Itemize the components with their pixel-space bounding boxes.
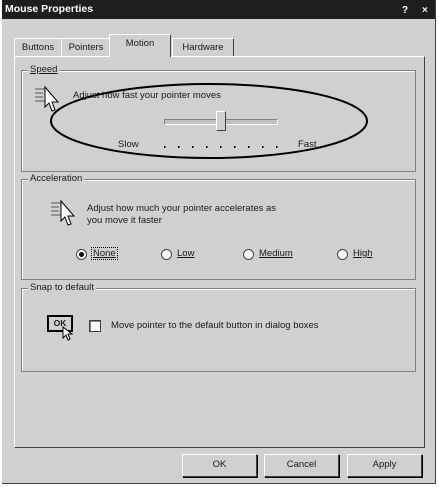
window-title: Mouse Properties bbox=[5, 3, 94, 15]
close-icon[interactable]: × bbox=[422, 5, 428, 16]
mouse-acceleration-icon bbox=[49, 199, 77, 229]
ok-button[interactable]: OK bbox=[182, 454, 257, 477]
fast-label: Fast bbox=[298, 139, 317, 150]
acceleration-description-line1: Adjust how much your pointer accelerates… bbox=[87, 203, 277, 214]
radio-low-indicator[interactable] bbox=[161, 249, 172, 260]
acceleration-group: Acceleration Adjust how much your pointe… bbox=[21, 173, 416, 280]
motion-tab-panel: Speed Adjust how fast your pointer moves… bbox=[14, 56, 425, 448]
tab-pointers-label: Pointers bbox=[68, 42, 104, 53]
radio-medium-label: Medium bbox=[259, 248, 293, 259]
speed-slider-thumb[interactable] bbox=[216, 111, 226, 131]
help-icon[interactable]: ? bbox=[402, 5, 408, 16]
tab-buttons-label: Buttons bbox=[21, 42, 55, 53]
cancel-button-label: Cancel bbox=[286, 459, 317, 470]
radio-medium-indicator[interactable] bbox=[243, 249, 254, 260]
mouse-pointer-icon bbox=[33, 85, 61, 115]
mouse-properties-dialog: Mouse Properties ? × Buttons Pointers Mo… bbox=[2, 0, 436, 484]
speed-description: Adjust how fast your pointer moves bbox=[73, 90, 221, 101]
cancel-button[interactable]: Cancel bbox=[264, 454, 339, 477]
acceleration-legend: Acceleration bbox=[28, 173, 85, 184]
acceleration-description-line2: you move it faster bbox=[87, 215, 162, 226]
snap-checkbox-label: Move pointer to the default button in di… bbox=[111, 320, 319, 331]
tab-buttons[interactable]: Buttons bbox=[14, 38, 62, 57]
radio-low-label: Low bbox=[177, 248, 195, 259]
snap-checkbox[interactable] bbox=[89, 320, 101, 332]
apply-button[interactable]: Apply bbox=[347, 454, 422, 477]
snap-pointer-icon bbox=[62, 326, 74, 341]
slow-label: Slow bbox=[118, 139, 139, 150]
snap-legend: Snap to default bbox=[28, 282, 96, 293]
tab-hardware-label: Hardware bbox=[182, 42, 224, 53]
speed-legend: Speed bbox=[28, 64, 60, 75]
tab-pointers[interactable]: Pointers bbox=[61, 38, 111, 57]
ok-button-label: OK bbox=[212, 459, 227, 470]
title-bar: Mouse Properties ? × bbox=[2, 0, 435, 19]
radio-none-label: None bbox=[91, 247, 118, 260]
snap-to-default-group: Snap to default OK Move pointer to the d… bbox=[21, 282, 416, 372]
tab-hardware[interactable]: Hardware bbox=[172, 38, 234, 57]
tab-motion-label: Motion bbox=[125, 38, 155, 49]
speed-group: Speed Adjust how fast your pointer moves… bbox=[21, 64, 416, 172]
speed-slider-ticks bbox=[164, 141, 278, 148]
radio-high-indicator[interactable] bbox=[337, 249, 348, 260]
apply-button-label: Apply bbox=[372, 459, 397, 470]
radio-none-indicator[interactable] bbox=[76, 249, 87, 260]
tab-motion[interactable]: Motion bbox=[109, 34, 171, 57]
radio-high-label: High bbox=[353, 248, 373, 259]
